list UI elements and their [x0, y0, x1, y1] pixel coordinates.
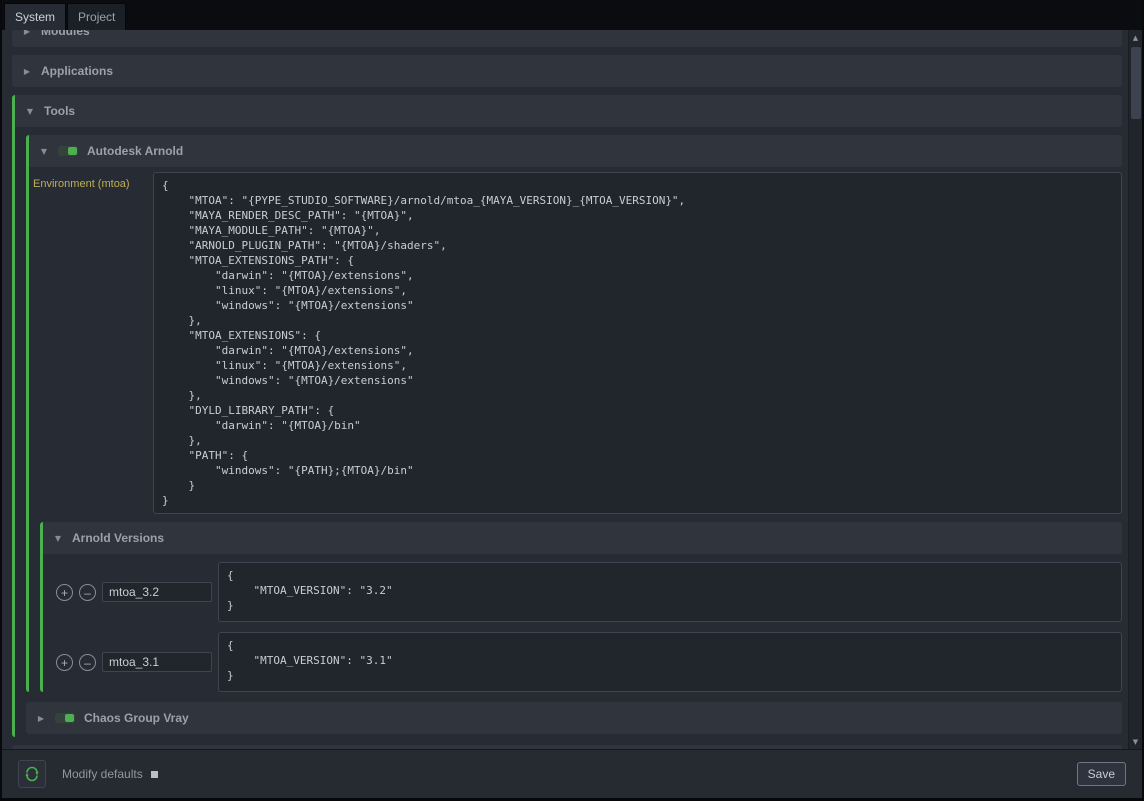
section-label-tools: Tools [44, 104, 75, 118]
section-header-applications[interactable]: Applications [12, 55, 1122, 87]
enabled-toggle[interactable] [58, 146, 78, 156]
refresh-button[interactable] [18, 760, 46, 788]
main-area: Modules Applications Tools [2, 30, 1142, 749]
group-arnold-versions: Arnold Versions { "MTOA_VERSION": "3.2" … [40, 522, 1122, 692]
scroll-up-button[interactable] [1129, 30, 1143, 45]
refresh-icon [24, 766, 40, 782]
enabled-toggle[interactable] [55, 713, 75, 723]
save-button[interactable]: Save [1077, 762, 1126, 786]
group-autodesk-arnold: Autodesk Arnold Environment (mtoa) { "MT… [26, 135, 1122, 692]
footer-bar: Modify defaults Save [2, 749, 1142, 798]
settings-scroll-area: Modules Applications Tools [2, 30, 1128, 749]
chevron-right-icon [22, 30, 32, 36]
section-applications: Applications [12, 55, 1122, 87]
section-label-modules: Modules [41, 30, 90, 38]
environment-json-editor[interactable]: { "MTOA": "{PYPE_STUDIO_SOFTWARE}/arnold… [153, 172, 1122, 514]
chevron-down-icon [39, 147, 49, 156]
settings-window: System Project Modules Applications [0, 0, 1144, 801]
section-modules: Modules [12, 30, 1122, 47]
arnold-group-body: Environment (mtoa) { "MTOA": "{PYPE_STUD… [29, 167, 1122, 692]
group-header-arnold-versions[interactable]: Arnold Versions [43, 522, 1122, 554]
chevron-down-icon [53, 534, 63, 543]
tools-section-body: Autodesk Arnold Environment (mtoa) { "MT… [15, 127, 1122, 737]
group-label-chaos-group-vray: Chaos Group Vray [84, 711, 189, 725]
section-header-tools[interactable]: Tools [15, 95, 1122, 127]
version-json-editor[interactable]: { "MTOA_VERSION": "3.2" } [218, 562, 1122, 622]
group-header-autodesk-arnold[interactable]: Autodesk Arnold [29, 135, 1122, 167]
tab-system[interactable]: System [4, 3, 66, 30]
section-header-modules[interactable]: Modules [12, 30, 1122, 47]
add-item-button[interactable] [56, 584, 73, 601]
scrollbar-thumb[interactable] [1131, 47, 1141, 119]
tab-project[interactable]: Project [67, 3, 126, 30]
section-label-applications: Applications [41, 64, 113, 78]
version-key-input[interactable] [102, 582, 212, 602]
add-item-button[interactable] [56, 654, 73, 671]
chevron-down-icon [25, 107, 35, 116]
version-row: { "MTOA_VERSION": "3.1" } [56, 632, 1122, 692]
group-label-arnold-versions: Arnold Versions [72, 531, 164, 545]
vertical-scrollbar[interactable] [1128, 30, 1142, 749]
arnold-versions-body: { "MTOA_VERSION": "3.2" } { "MTOA_VERSIO… [43, 554, 1122, 692]
section-tools: Tools Autodesk Arnold Environment [12, 95, 1122, 737]
sections-stack: Modules Applications Tools [12, 30, 1122, 749]
remove-item-button[interactable] [79, 584, 96, 601]
group-header-chaos-group-vray[interactable]: Chaos Group Vray [26, 702, 1122, 734]
modify-defaults-label: Modify defaults [62, 767, 143, 781]
chevron-right-icon [22, 67, 32, 76]
environment-field-label: Environment (mtoa) [33, 172, 149, 190]
chevron-right-icon [36, 714, 46, 723]
remove-item-button[interactable] [79, 654, 96, 671]
modify-defaults-checkbox[interactable] [151, 771, 158, 778]
environment-field: Environment (mtoa) { "MTOA": "{PYPE_STUD… [33, 172, 1122, 514]
group-label-autodesk-arnold: Autodesk Arnold [87, 144, 183, 158]
tab-bar: System Project [2, 0, 1142, 30]
version-json-editor[interactable]: { "MTOA_VERSION": "3.1" } [218, 632, 1122, 692]
scroll-down-button[interactable] [1129, 734, 1143, 749]
version-key-input[interactable] [102, 652, 212, 672]
modify-defaults-group: Modify defaults [62, 767, 158, 781]
version-row: { "MTOA_VERSION": "3.2" } [56, 562, 1122, 622]
